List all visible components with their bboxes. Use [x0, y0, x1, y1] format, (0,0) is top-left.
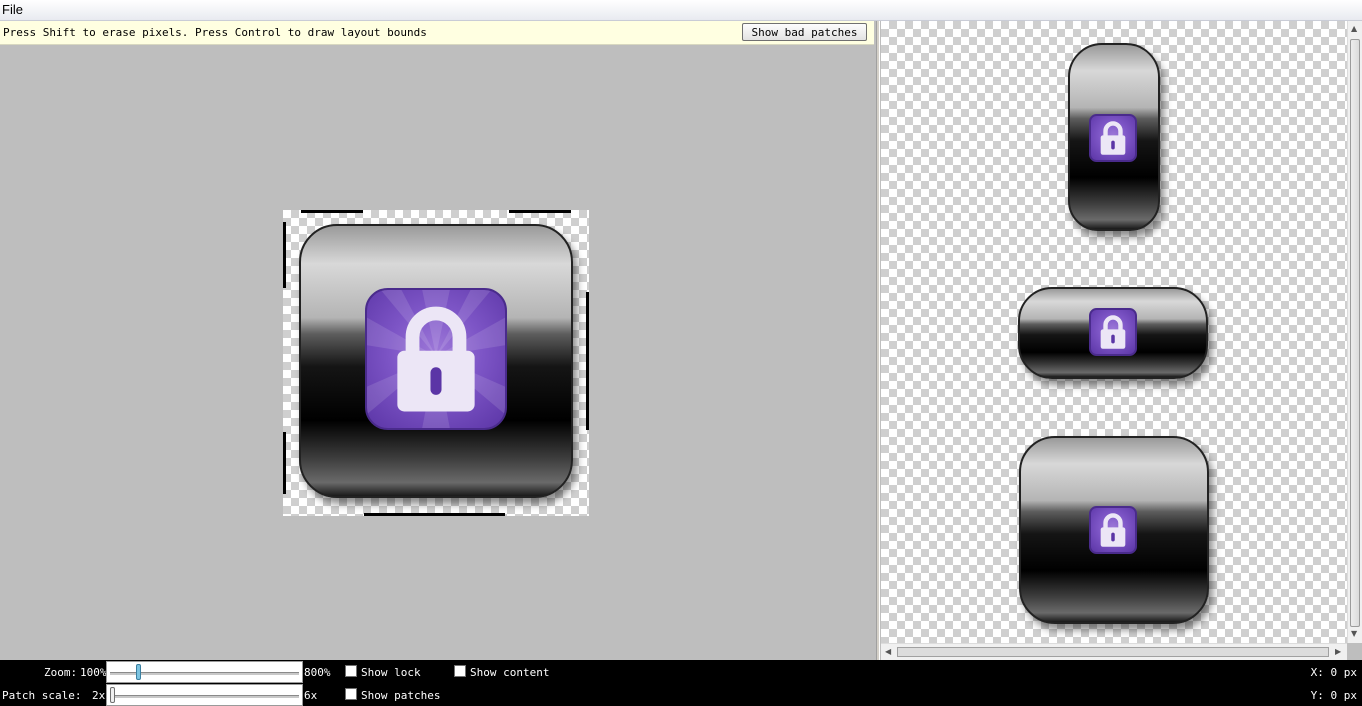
- zoom-slider[interactable]: [106, 661, 303, 683]
- horizontal-scroll-thumb[interactable]: [897, 647, 1329, 657]
- menu-file[interactable]: File: [2, 2, 23, 17]
- patch-scale-max-label: 6x: [304, 689, 318, 702]
- zoom-max-label: 800%: [304, 666, 331, 679]
- patch-guide-bottom: [364, 513, 505, 516]
- patch-scale-slider-thumb[interactable]: [110, 687, 115, 703]
- vertical-scroll-thumb[interactable]: [1350, 39, 1360, 627]
- status-bar: Zoom: 100% 800% Patch scale: 2x 6x Show …: [0, 660, 1362, 706]
- padlock-icon: [365, 288, 507, 430]
- show-bad-patches-button[interactable]: Show bad patches: [742, 23, 867, 41]
- hint-text: Press Shift to erase pixels. Press Contr…: [3, 26, 427, 39]
- menu-bar: File: [0, 0, 1362, 21]
- show-patches-label[interactable]: Show patches: [361, 689, 440, 702]
- x-coordinate: X: 0 px: [1310, 666, 1357, 679]
- patch-guide-top-right: [509, 210, 571, 213]
- y-coordinate: Y: 0 px: [1310, 689, 1357, 702]
- show-content-label[interactable]: Show content: [470, 666, 549, 679]
- patch-guide-top-left: [301, 210, 363, 213]
- scroll-down-arrow-icon[interactable]: ▼: [1351, 629, 1357, 638]
- patch-scale-min-label: 2x: [92, 689, 106, 702]
- patch-guide-left-bottom: [283, 432, 286, 494]
- padlock-icon: [1089, 114, 1137, 162]
- patch-guide-left-top: [283, 222, 286, 288]
- zoom-min-label: 100%: [80, 666, 107, 679]
- patch-guide-right: [586, 292, 589, 430]
- patch-scale-label: Patch scale:: [2, 689, 82, 702]
- scroll-up-arrow-icon[interactable]: ▲: [1351, 24, 1357, 33]
- preview-vertical-scrollbar[interactable]: ▲ ▼: [1347, 21, 1362, 643]
- show-content-checkbox[interactable]: [454, 665, 466, 677]
- nine-patch-image[interactable]: [283, 210, 589, 516]
- show-lock-label[interactable]: Show lock: [361, 666, 421, 679]
- scroll-left-arrow-icon[interactable]: ◀: [885, 647, 891, 656]
- preview-pane: [881, 21, 1347, 643]
- zoom-label: Zoom:: [44, 666, 78, 679]
- scroll-right-arrow-icon[interactable]: ▶: [1335, 647, 1341, 656]
- padlock-icon: [1089, 506, 1137, 554]
- zoom-slider-thumb[interactable]: [135, 664, 141, 680]
- show-lock-checkbox[interactable]: [345, 665, 357, 677]
- splitter[interactable]: [876, 21, 880, 660]
- patch-scale-slider-track: [110, 695, 299, 698]
- show-patches-checkbox[interactable]: [345, 688, 357, 700]
- patch-scale-slider[interactable]: [106, 684, 303, 706]
- preview-horizontal-scrollbar[interactable]: ◀ ▶: [881, 643, 1347, 660]
- padlock-icon: [1089, 308, 1137, 356]
